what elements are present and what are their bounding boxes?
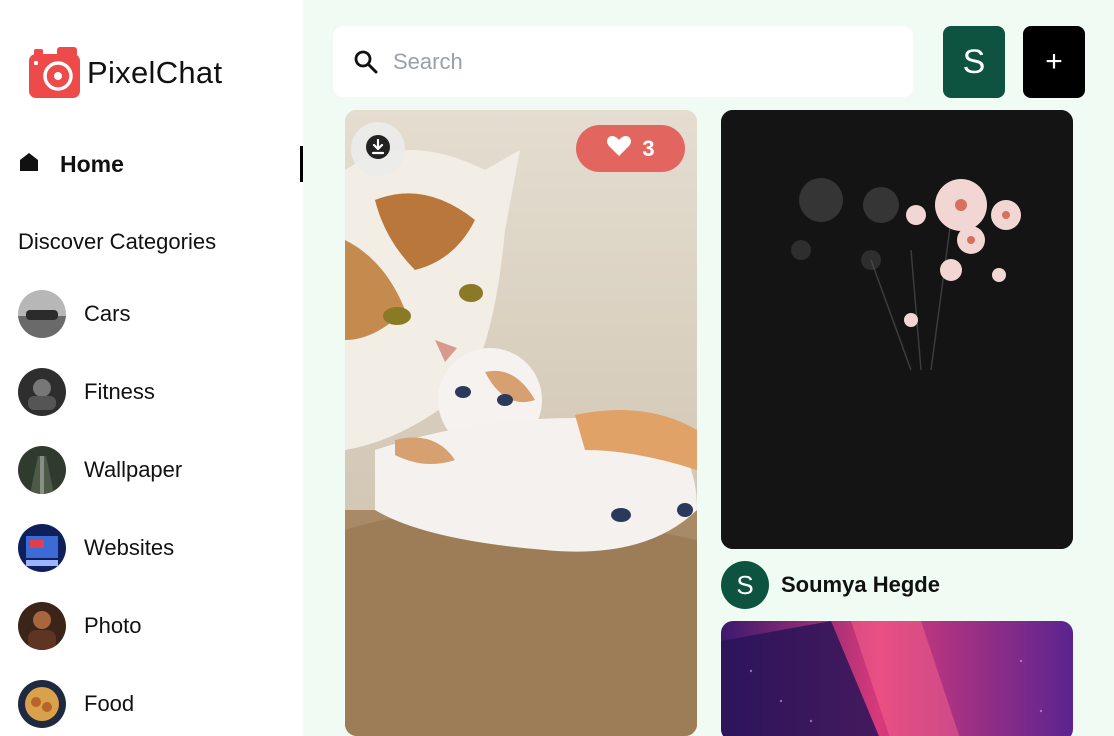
download-button[interactable] <box>351 122 405 176</box>
search-icon <box>353 49 379 75</box>
active-indicator <box>300 146 303 182</box>
pin-card-flowers[interactable] <box>721 110 1073 549</box>
category-item-cars[interactable]: Cars <box>18 290 182 338</box>
category-item-photo[interactable]: Photo <box>18 602 182 650</box>
websites-thumbnail <box>18 524 66 572</box>
nav-home[interactable]: Home <box>18 146 303 182</box>
user-avatar-button[interactable]: S <box>943 26 1005 98</box>
sidebar: PixelChat Home Discover Categories Cars … <box>0 0 303 736</box>
category-label: Wallpaper <box>84 457 183 482</box>
heart-icon <box>606 135 642 163</box>
category-label: Cars <box>84 301 131 326</box>
category-label: Photo <box>84 613 142 638</box>
logo[interactable]: PixelChat <box>29 47 222 98</box>
flower-photo <box>721 110 1073 549</box>
like-count: 3 <box>642 135 655 161</box>
purple-abstract-photo <box>721 621 1073 736</box>
author-avatar: S <box>721 561 769 609</box>
category-list: Cars Fitness Wallpaper Websites Photo Fo… <box>18 290 182 736</box>
category-item-fitness[interactable]: Fitness <box>18 368 182 416</box>
category-label: Food <box>84 691 135 716</box>
food-thumbnail <box>18 680 66 728</box>
brand-name: PixelChat <box>87 54 223 90</box>
home-icon <box>18 151 40 178</box>
search-input[interactable] <box>393 48 873 75</box>
camera-logo-icon <box>29 47 80 98</box>
pin-card-cat[interactable]: 3 <box>345 110 697 736</box>
nav-home-label: Home <box>60 150 124 177</box>
fitness-thumbnail <box>18 368 66 416</box>
category-label: Fitness <box>84 379 155 404</box>
category-label: Websites <box>84 535 175 560</box>
cars-thumbnail <box>18 290 66 338</box>
category-item-food[interactable]: Food <box>18 680 182 728</box>
wallpaper-thumbnail <box>18 446 66 494</box>
add-pin-button[interactable]: + <box>1023 26 1085 98</box>
photo-thumbnail <box>18 602 66 650</box>
cat-photo <box>345 110 697 736</box>
download-icon <box>365 134 391 165</box>
pin-author[interactable]: S Soumya Hegde <box>721 561 940 609</box>
category-item-websites[interactable]: Websites <box>18 524 182 572</box>
categories-heading: Discover Categories <box>18 229 217 254</box>
search-bar[interactable] <box>333 26 913 97</box>
like-button[interactable]: 3 <box>576 125 685 172</box>
pin-card-purple[interactable] <box>721 621 1073 736</box>
author-name: Soumya Hegde <box>781 572 940 597</box>
category-item-wallpaper[interactable]: Wallpaper <box>18 446 182 494</box>
